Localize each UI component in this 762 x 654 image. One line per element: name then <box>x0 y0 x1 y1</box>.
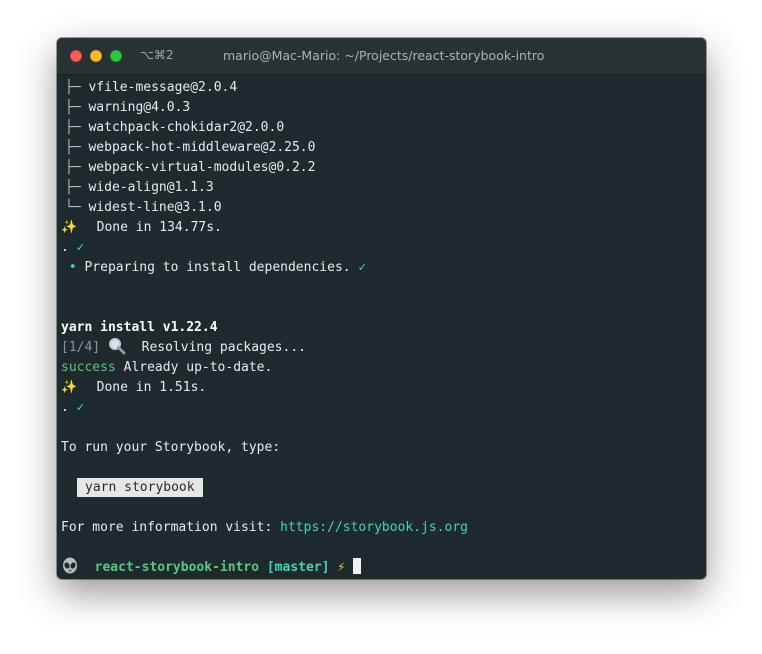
command-box: yarn storybook <box>77 478 203 497</box>
info-line: For more information visit: https://stor… <box>61 518 706 538</box>
instructions-text: To run your Storybook, type: <box>61 440 281 455</box>
success-line: success Already up-to-date. <box>61 358 706 378</box>
done-line: ✨ Done in 1.51s. <box>61 378 706 398</box>
preparing-text: Preparing to install dependencies. <box>84 260 351 275</box>
tree-branch: ├─ <box>65 120 81 135</box>
done-text: Done in 134.77s. <box>96 220 222 235</box>
window-title: mario@Mac-Mario: ~/Projects/react-storyb… <box>223 48 545 63</box>
git-branch: [master] <box>266 560 330 575</box>
done-text: Done in 1.51s. <box>96 380 207 395</box>
package-name: warning@4.0.3 <box>88 100 191 115</box>
progress-line: . ✓ <box>61 238 706 258</box>
tree-line: ├─ vfile-message@2.0.4 <box>61 78 706 98</box>
lightning-icon: ⚡ <box>337 560 346 575</box>
info-text: For more information visit: <box>61 520 273 535</box>
package-name: vfile-message@2.0.4 <box>88 80 238 95</box>
done-line: ✨ Done in 134.77s. <box>61 218 706 238</box>
dot: . <box>61 400 69 415</box>
command-line: yarn storybook <box>61 478 706 498</box>
zoom-button[interactable] <box>110 50 122 62</box>
step-counter: [1/4] <box>61 340 101 355</box>
success-label: success <box>61 360 116 375</box>
tree-line: ├─ watchpack-chokidar2@2.0.0 <box>61 118 706 138</box>
check-icon: ✓ <box>76 400 85 415</box>
tree-line: ├─ webpack-hot-middleware@2.25.0 <box>61 138 706 158</box>
tree-line: └─ widest-line@3.1.0 <box>61 198 706 218</box>
progress-line: . ✓ <box>61 398 706 418</box>
tree-line: ├─ wide-align@1.1.3 <box>61 178 706 198</box>
minimize-button[interactable] <box>90 50 102 62</box>
close-button[interactable] <box>70 50 82 62</box>
check-icon: ✓ <box>76 240 85 255</box>
success-text: Already up-to-date. <box>123 360 273 375</box>
title-bar: ⌥⌘2 mario@Mac-Mario: ~/Projects/react-st… <box>57 38 706 75</box>
tree-branch: ├─ <box>65 160 81 175</box>
text-cursor <box>352 558 361 574</box>
tree-branch: ├─ <box>65 100 81 115</box>
preparing-line: • Preparing to install dependencies. ✓ <box>61 258 706 278</box>
package-name: wide-align@1.1.3 <box>88 180 214 195</box>
resolving-text: Resolving packages... <box>141 340 306 355</box>
tree-line: ├─ webpack-virtual-modules@0.2.2 <box>61 158 706 178</box>
package-name: webpack-hot-middleware@2.25.0 <box>88 140 316 155</box>
tree-branch: └─ <box>65 200 81 215</box>
dot: . <box>61 240 69 255</box>
tree-branch: ├─ <box>65 80 81 95</box>
package-name: widest-line@3.1.0 <box>88 200 222 215</box>
bullet-icon: • <box>68 260 77 275</box>
package-name: watchpack-chokidar2@2.0.0 <box>88 120 285 135</box>
alien-icon <box>63 557 77 574</box>
sparkles-icon: ✨ <box>61 220 78 235</box>
tree-line: ├─ warning@4.0.3 <box>61 98 706 118</box>
package-name: webpack-virtual-modules@0.2.2 <box>88 160 316 175</box>
yarn-version: yarn install v1.22.4 <box>61 320 218 335</box>
terminal-window: ⌥⌘2 mario@Mac-Mario: ~/Projects/react-st… <box>57 38 706 579</box>
check-icon: ✓ <box>358 260 367 275</box>
tree-branch: ├─ <box>65 140 81 155</box>
tree-branch: ├─ <box>65 180 81 195</box>
magnifying-glass-icon <box>108 338 126 355</box>
sparkles-icon: ✨ <box>61 380 78 395</box>
storybook-link[interactable]: https://storybook.js.org <box>280 520 468 535</box>
prompt-directory: react-storybook-intro <box>94 560 260 575</box>
instructions-line: To run your Storybook, type: <box>61 438 706 458</box>
terminal-output[interactable]: ├─ vfile-message@2.0.4 ├─ warning@4.0.3 … <box>61 78 706 578</box>
prompt-line[interactable]: react-storybook-intro [master] ⚡ <box>61 557 706 578</box>
window-shortcut: ⌥⌘2 <box>140 48 174 62</box>
yarn-install-line: yarn install v1.22.4 <box>61 318 706 338</box>
resolving-line: [1/4] Resolving packages... <box>61 338 706 358</box>
